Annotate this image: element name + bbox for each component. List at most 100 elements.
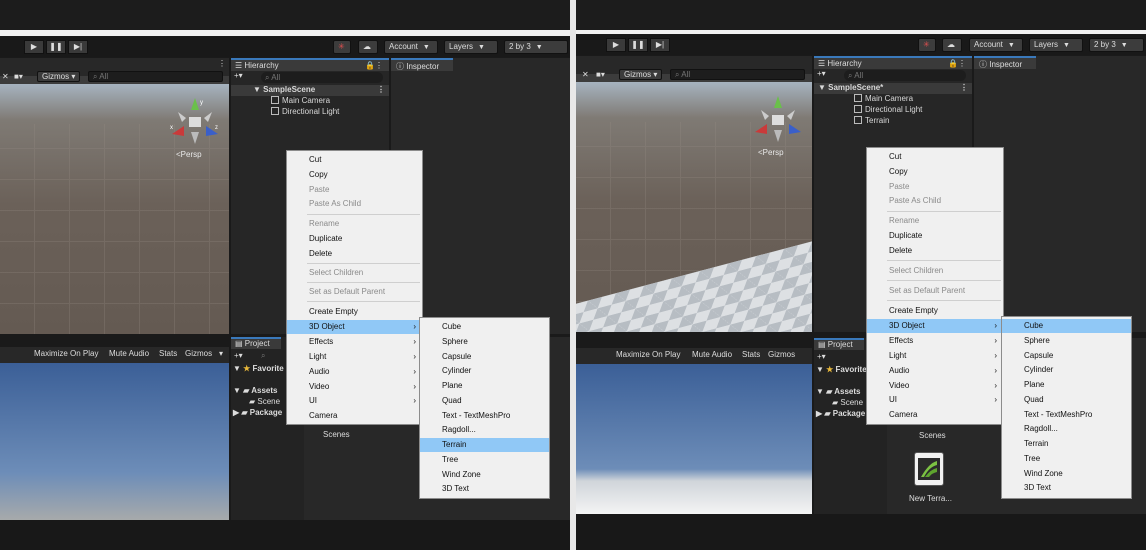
menu-item-ui[interactable]: UI › [287, 394, 422, 408]
menu-item-effects[interactable]: Effects › [867, 334, 1003, 348]
orientation-gizmo-icon[interactable]: y x z [170, 96, 220, 146]
packages-folder[interactable]: ▶ ▰ Package [816, 409, 865, 418]
lock-icon[interactable]: 🔒⋮ [948, 59, 966, 68]
orientation-gizmo-icon[interactable] [753, 94, 803, 144]
menu-item-set-default-parent[interactable]: Set as Default Parent [867, 284, 1003, 298]
new-terrain-asset-label[interactable]: New Terra... [909, 494, 952, 503]
submenu-item-3d-text[interactable]: 3D Text [1002, 481, 1131, 495]
menu-item-paste[interactable]: Paste [867, 180, 1003, 194]
project-create-icon[interactable]: +▾ [234, 351, 243, 360]
submenu-item-plane[interactable]: Plane [1002, 378, 1131, 392]
menu-item-copy[interactable]: Copy [867, 165, 1003, 179]
stats-toggle[interactable]: Stats [742, 350, 760, 359]
scenes-subfolder[interactable]: ▰ Scene [249, 397, 280, 406]
submenu-item-sphere[interactable]: Sphere [420, 335, 549, 349]
submenu-item-tree[interactable]: Tree [1002, 452, 1131, 466]
tools-icon[interactable]: ✕ [2, 72, 9, 81]
scene-search-input[interactable]: ⌕ All [88, 71, 223, 82]
lock-icon[interactable]: 🔒⋮ [365, 61, 383, 70]
maximize-on-play-toggle[interactable]: Maximize On Play [616, 350, 680, 359]
assets-folder[interactable]: ▼ ▰ Assets [816, 387, 860, 396]
inspector-tab[interactable]: ⓘ Inspector [391, 58, 453, 71]
submenu-item-capsule[interactable]: Capsule [420, 350, 549, 364]
account-dropdown[interactable]: Account ▼ [969, 38, 1023, 52]
submenu-item-textmeshpro[interactable]: Text - TextMeshPro [1002, 408, 1131, 422]
menu-item-cut[interactable]: Cut [867, 150, 1003, 164]
favorites-folder[interactable]: ▼ ★ Favorite [233, 364, 284, 373]
menu-item-delete[interactable]: Delete [287, 247, 422, 261]
hierarchy-item-directional-light[interactable]: Directional Light [231, 107, 389, 118]
stats-toggle[interactable]: Stats [159, 349, 177, 358]
menu-item-select-children[interactable]: Select Children [287, 266, 422, 280]
hierarchy-tab[interactable]: ☰ Hierarchy 🔒⋮ [814, 56, 972, 69]
game-gizmos-dropdown[interactable]: Gizmos [185, 349, 212, 358]
menu-item-create-empty[interactable]: Create Empty [287, 305, 422, 319]
play-button[interactable]: ▶ [24, 40, 44, 54]
layout-dropdown[interactable]: 2 by 3 ▼ [504, 40, 568, 54]
menu-item-video[interactable]: Video › [287, 380, 422, 394]
layers-dropdown[interactable]: Layers ▼ [1029, 38, 1083, 52]
more-icon[interactable]: ⋮ [218, 59, 226, 68]
hierarchy-item-terrain[interactable]: Terrain [814, 116, 972, 127]
favorites-folder[interactable]: ▼ ★ Favorite [816, 365, 867, 374]
menu-item-duplicate[interactable]: Duplicate [867, 229, 1003, 243]
submenu-item-terrain[interactable]: Terrain [420, 438, 549, 452]
hierarchy-scene-row[interactable]: ▼ SampleScene ⋮ [231, 85, 389, 96]
submenu-item-quad[interactable]: Quad [420, 394, 549, 408]
step-button[interactable]: ▶| [68, 40, 88, 54]
scene-search-input[interactable]: ⌕ All [670, 69, 805, 80]
menu-item-rename[interactable]: Rename [287, 217, 422, 231]
cloud-icon[interactable]: ☁ [942, 38, 962, 52]
pause-button[interactable]: ❚❚ [628, 38, 648, 52]
menu-item-paste[interactable]: Paste [287, 183, 422, 197]
cloud-icon[interactable]: ☁ [358, 40, 378, 54]
camera-icon[interactable]: ■▾ [14, 72, 23, 81]
menu-item-rename[interactable]: Rename [867, 214, 1003, 228]
game-view[interactable] [576, 364, 812, 514]
layers-dropdown[interactable]: Layers ▼ [444, 40, 498, 54]
menu-item-create-empty[interactable]: Create Empty [867, 304, 1003, 318]
menu-item-ui[interactable]: UI › [867, 393, 1003, 407]
game-view[interactable] [0, 363, 229, 520]
project-create-icon[interactable]: +▾ [817, 352, 826, 361]
scene-viewport[interactable]: <Persp [576, 82, 812, 332]
submenu-item-ragdoll[interactable]: Ragdoll... [1002, 422, 1131, 436]
submenu-item-textmeshpro[interactable]: Text - TextMeshPro [420, 409, 549, 423]
persp-label[interactable]: <Persp [758, 148, 784, 157]
inspector-tab[interactable]: ⓘ Inspector [974, 56, 1036, 69]
scenes-subfolder[interactable]: ▰ Scene [832, 398, 863, 407]
submenu-item-sphere[interactable]: Sphere [1002, 334, 1131, 348]
create-plus-icon[interactable]: +▾ [817, 69, 826, 78]
collab-icon[interactable]: ✳ [918, 38, 936, 52]
play-button[interactable]: ▶ [606, 38, 626, 52]
submenu-item-plane[interactable]: Plane [420, 379, 549, 393]
menu-item-copy[interactable]: Copy [287, 168, 422, 182]
pause-button[interactable]: ❚❚ [46, 40, 66, 54]
menu-item-light[interactable]: Light › [287, 350, 422, 364]
create-plus-icon[interactable]: +▾ [234, 71, 243, 80]
mute-audio-toggle[interactable]: Mute Audio [109, 349, 149, 358]
camera-icon[interactable]: ■▾ [596, 70, 605, 79]
submenu-item-terrain[interactable]: Terrain [1002, 437, 1131, 451]
game-gizmos-caret-icon[interactable]: ▾ [219, 349, 223, 358]
hierarchy-scene-row[interactable]: ▼ SampleScene* ⋮ [814, 83, 972, 94]
hierarchy-search-input[interactable]: ⌕ All [844, 70, 966, 81]
scene-viewport[interactable]: y x z <Persp [0, 84, 229, 334]
submenu-item-capsule[interactable]: Capsule [1002, 349, 1131, 363]
persp-label[interactable]: <Persp [176, 150, 202, 159]
submenu-item-cylinder[interactable]: Cylinder [420, 364, 549, 378]
submenu-item-3d-text[interactable]: 3D Text [420, 482, 549, 496]
menu-item-duplicate[interactable]: Duplicate [287, 232, 422, 246]
menu-item-camera[interactable]: Camera [287, 409, 422, 423]
hierarchy-item-directional-light[interactable]: Directional Light [814, 105, 972, 116]
submenu-item-wind-zone[interactable]: Wind Zone [420, 468, 549, 482]
game-gizmos-dropdown[interactable]: Gizmos [768, 350, 795, 359]
menu-item-set-default-parent[interactable]: Set as Default Parent [287, 285, 422, 299]
submenu-item-cylinder[interactable]: Cylinder [1002, 363, 1131, 377]
hierarchy-search-input[interactable]: ⌕ All [261, 72, 383, 83]
menu-item-effects[interactable]: Effects › [287, 335, 422, 349]
menu-item-audio[interactable]: Audio › [867, 364, 1003, 378]
account-dropdown[interactable]: Account ▼ [384, 40, 438, 54]
menu-item-light[interactable]: Light › [867, 349, 1003, 363]
project-search-icon[interactable]: ⌕ [261, 351, 265, 361]
